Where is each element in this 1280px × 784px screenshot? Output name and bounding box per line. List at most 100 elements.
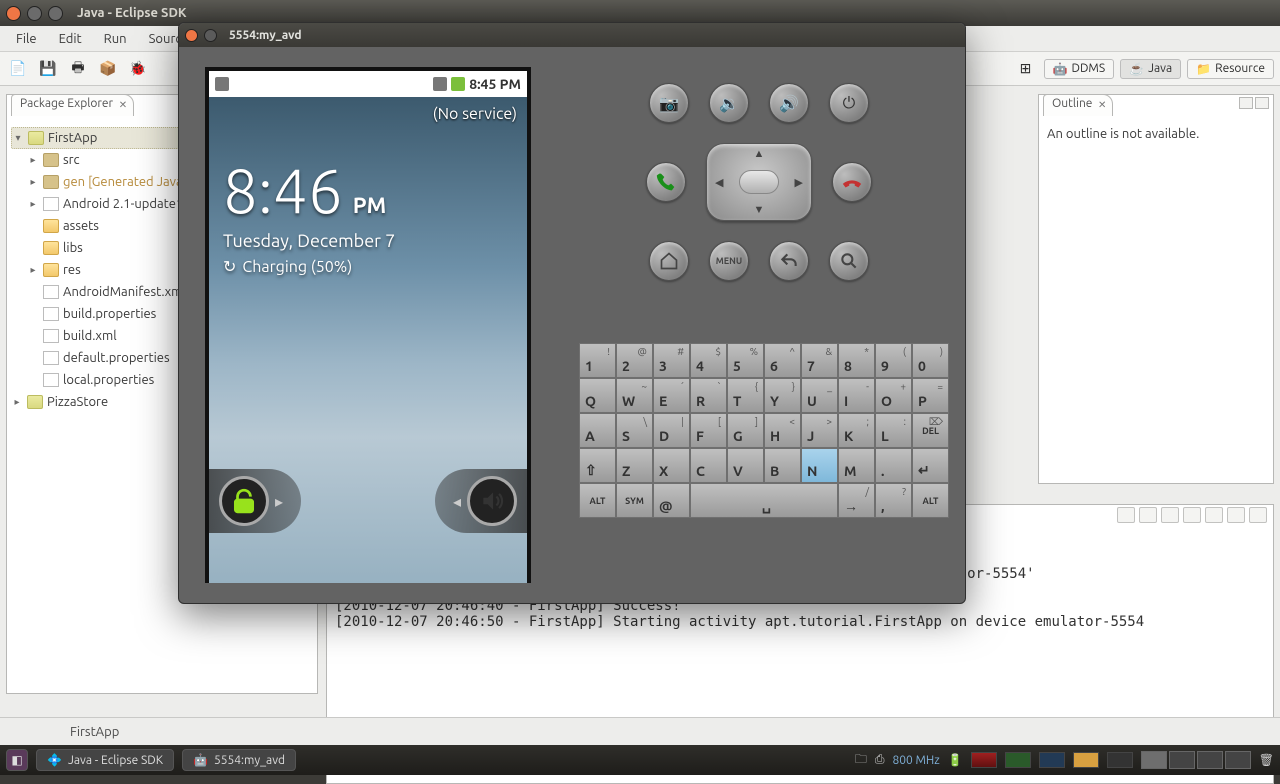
tray-icon[interactable]: 🗀 bbox=[855, 750, 867, 771]
key-w[interactable]: ~W bbox=[616, 378, 653, 413]
key-y[interactable]: }Y bbox=[764, 378, 801, 413]
menu-file[interactable]: File bbox=[6, 29, 47, 49]
taskbar-task[interactable]: 💠Java - Eclipse SDK bbox=[36, 749, 174, 771]
key-1[interactable]: !1 bbox=[579, 343, 616, 378]
console-action-icon[interactable] bbox=[1161, 507, 1179, 523]
maximize-pane-icon[interactable] bbox=[1255, 97, 1269, 109]
key-sym[interactable]: SYM bbox=[616, 483, 653, 518]
key-8[interactable]: *8 bbox=[838, 343, 875, 378]
tray-meter[interactable] bbox=[1107, 752, 1133, 768]
open-task-button[interactable]: 📦 bbox=[96, 57, 120, 81]
dpad-down-icon[interactable]: ▼ bbox=[754, 204, 765, 216]
tray-meter[interactable] bbox=[1073, 752, 1099, 768]
key-e[interactable]: ´E bbox=[653, 378, 690, 413]
save-button[interactable]: 💾 bbox=[36, 57, 60, 81]
workspace-switcher[interactable] bbox=[1141, 751, 1251, 769]
key-t[interactable]: {T bbox=[727, 378, 764, 413]
console-action-icon[interactable] bbox=[1183, 507, 1201, 523]
perspective-ddms[interactable]: 🤖DDMS bbox=[1044, 59, 1115, 79]
menu-edit[interactable]: Edit bbox=[49, 29, 92, 49]
key-m[interactable]: M bbox=[838, 448, 875, 483]
perspective-java[interactable]: ☕Java bbox=[1120, 59, 1181, 79]
key-0[interactable]: )0 bbox=[912, 343, 949, 378]
volume-up-button[interactable]: 🔊 bbox=[769, 83, 809, 123]
key-q[interactable]: Q bbox=[579, 378, 616, 413]
key-␣[interactable]: ␣ bbox=[690, 483, 838, 518]
key-5[interactable]: %5 bbox=[727, 343, 764, 378]
menu-run[interactable]: Run bbox=[94, 29, 137, 49]
maximize-pane-icon[interactable] bbox=[1249, 507, 1267, 523]
key-o[interactable]: +O bbox=[875, 378, 912, 413]
key-x[interactable]: X bbox=[653, 448, 690, 483]
tray-meter[interactable] bbox=[1005, 752, 1031, 768]
tray-meter[interactable] bbox=[971, 752, 997, 768]
back-button[interactable] bbox=[769, 241, 809, 281]
emulator-keyboard[interactable]: !1@2#3$4%5^6&7*8(9)0Q~W´E`R{T}Y_U-I+O=PA… bbox=[579, 343, 953, 518]
key-d[interactable]: |D bbox=[653, 413, 690, 448]
volume-down-button[interactable]: 🔉 bbox=[709, 83, 749, 123]
os-taskbar[interactable]: ◧ 💠Java - Eclipse SDK🤖5554:my_avd 🗀 ⎙ 80… bbox=[0, 745, 1280, 775]
close-icon[interactable] bbox=[6, 6, 21, 21]
trash-icon[interactable]: 🗑 bbox=[1259, 753, 1274, 767]
key-u[interactable]: _U bbox=[801, 378, 838, 413]
open-perspective-button[interactable]: ⊞ bbox=[1014, 57, 1038, 81]
lock-screen[interactable]: (No service) 8:46 PM Tuesday, December 7… bbox=[209, 97, 527, 583]
menu-button[interactable]: MENU bbox=[709, 241, 749, 281]
key-9[interactable]: (9 bbox=[875, 343, 912, 378]
key-p[interactable]: =P bbox=[912, 378, 949, 413]
camera-button[interactable]: 📷 bbox=[649, 83, 689, 123]
unlock-slider[interactable]: ▸ bbox=[209, 469, 301, 533]
print-button[interactable]: 🖶 bbox=[66, 57, 90, 81]
dpad-left-icon[interactable]: ◀ bbox=[715, 176, 723, 189]
key-f[interactable]: [F bbox=[690, 413, 727, 448]
key-,[interactable]: ?, bbox=[875, 483, 912, 518]
tray-icon[interactable]: ⎙ bbox=[875, 753, 885, 767]
dpad-right-icon[interactable]: ▶ bbox=[795, 176, 803, 189]
key-g[interactable]: ]G bbox=[727, 413, 764, 448]
key-k[interactable]: ;K bbox=[838, 413, 875, 448]
key-i[interactable]: -I bbox=[838, 378, 875, 413]
debug-button[interactable]: 🐞 bbox=[126, 57, 150, 81]
outline-tab[interactable]: Outline ✕ bbox=[1043, 94, 1113, 116]
key-alt[interactable]: ALT bbox=[579, 483, 616, 518]
taskbar-task[interactable]: 🤖5554:my_avd bbox=[182, 749, 296, 771]
key-l[interactable]: :L bbox=[875, 413, 912, 448]
package-explorer-tab[interactable]: Package Explorer ✕ bbox=[11, 94, 134, 116]
minimize-pane-icon[interactable] bbox=[1239, 97, 1253, 109]
minimize-icon[interactable] bbox=[204, 29, 217, 42]
console-action-icon[interactable] bbox=[1117, 507, 1135, 523]
key-z[interactable]: Z bbox=[616, 448, 653, 483]
key-c[interactable]: C bbox=[690, 448, 727, 483]
dpad-up-icon[interactable]: ▲ bbox=[754, 148, 765, 160]
close-icon[interactable]: ✕ bbox=[119, 99, 127, 111]
minimize-icon[interactable] bbox=[27, 6, 42, 21]
key-j[interactable]: >J bbox=[801, 413, 838, 448]
key-3[interactable]: #3 bbox=[653, 343, 690, 378]
key-alt[interactable]: ALT bbox=[912, 483, 949, 518]
key-a[interactable]: A bbox=[579, 413, 616, 448]
emulator-window[interactable]: 5554:my_avd 8:45 PM (No service) 8:46 PM bbox=[178, 22, 966, 604]
perspective-resource[interactable]: 📁Resource bbox=[1187, 59, 1274, 79]
key-↵[interactable]: ↵ bbox=[912, 448, 949, 483]
close-icon[interactable]: ✕ bbox=[1098, 99, 1106, 111]
new-button[interactable]: 📄 bbox=[6, 57, 30, 81]
key-⇧[interactable]: ⇧ bbox=[579, 448, 616, 483]
key-4[interactable]: $4 bbox=[690, 343, 727, 378]
sound-slider[interactable]: ◂ bbox=[435, 469, 527, 533]
dpad-center-button[interactable] bbox=[739, 170, 779, 194]
key-r[interactable]: `R bbox=[690, 378, 727, 413]
key-v[interactable]: V bbox=[727, 448, 764, 483]
start-button[interactable]: ◧ bbox=[6, 749, 28, 771]
console-action-icon[interactable] bbox=[1139, 507, 1157, 523]
key-n[interactable]: N bbox=[801, 448, 838, 483]
tray-icon[interactable]: 🔋 bbox=[948, 753, 963, 767]
key-2[interactable]: @2 bbox=[616, 343, 653, 378]
key-.[interactable]: . bbox=[875, 448, 912, 483]
call-button[interactable] bbox=[646, 162, 686, 202]
key-6[interactable]: ^6 bbox=[764, 343, 801, 378]
key-h[interactable]: <H bbox=[764, 413, 801, 448]
minimize-pane-icon[interactable] bbox=[1227, 507, 1245, 523]
key-del[interactable]: ⌦DEL bbox=[912, 413, 949, 448]
end-call-button[interactable] bbox=[832, 162, 872, 202]
key-b[interactable]: B bbox=[764, 448, 801, 483]
